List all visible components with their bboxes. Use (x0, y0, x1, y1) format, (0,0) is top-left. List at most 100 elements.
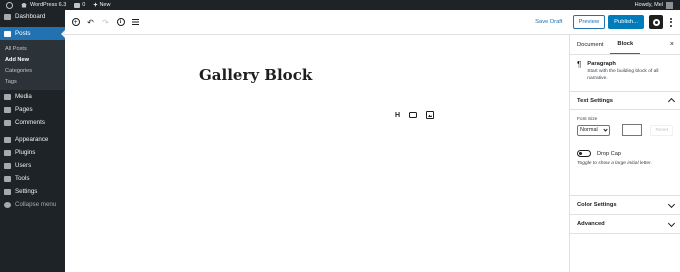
chevron-down-icon (603, 127, 608, 132)
account-menu[interactable]: Howdy, Mel (631, 0, 680, 10)
menu-item-dashboard[interactable]: Dashboard (0, 10, 65, 23)
wordpress-logo-menu[interactable] (0, 0, 17, 10)
submenu-add-new[interactable]: Add New (0, 54, 65, 65)
list-view-icon (132, 19, 139, 25)
add-block-button[interactable]: + (70, 17, 81, 28)
editor-toolbar: + ↶ ↷ i Save Draft Preview Publish... (65, 10, 680, 35)
menu-item-comments[interactable]: Comments (0, 116, 65, 129)
drop-cap-help: Toggle to show a large initial letter. (577, 161, 652, 166)
text-settings-panel: Font Size Normal Reset Drop Cap Toggle t… (570, 110, 680, 196)
publish-button[interactable]: Publish... (608, 15, 644, 29)
undo-button[interactable]: ↶ (85, 17, 96, 28)
menu-item-settings[interactable]: Settings (0, 185, 65, 198)
font-size-select[interactable]: Normal (577, 124, 610, 136)
block-card-title: Paragraph (587, 61, 616, 67)
close-icon: × (669, 41, 674, 48)
site-name-link[interactable]: WordPress 6.3 (17, 0, 70, 10)
close-sidebar-button[interactable]: × (670, 41, 674, 48)
page-icon (4, 106, 11, 113)
color-settings-title: Color Settings (577, 202, 617, 208)
menu-item-plugins[interactable]: Plugins (0, 146, 65, 159)
new-content-link[interactable]: + New (89, 0, 114, 10)
plus-circle-icon: + (71, 18, 80, 26)
preview-button[interactable]: Preview (572, 15, 606, 29)
media-icon (4, 93, 11, 100)
font-size-value: Normal (580, 127, 598, 133)
users-icon (4, 162, 11, 169)
menu-label: Dashboard (15, 13, 46, 20)
advanced-toggle[interactable]: Advanced (570, 215, 680, 234)
greeting: Howdy, Mel (634, 2, 663, 8)
heading-block-shortcut[interactable]: H (395, 112, 400, 119)
menu-label: Users (15, 162, 32, 169)
plugin-icon (4, 149, 11, 156)
font-size-label: Font Size (577, 117, 598, 122)
more-options-button[interactable] (667, 17, 675, 27)
menu-label: Appearance (15, 136, 49, 143)
new-label: New (99, 2, 111, 8)
redo-button[interactable]: ↷ (100, 17, 111, 28)
settings-toggle-button[interactable] (649, 15, 663, 29)
info-icon: i (116, 18, 125, 26)
editor-canvas: Gallery Block H (65, 35, 569, 272)
posts-submenu: All Posts Add New Categories Tags (0, 40, 65, 90)
menu-item-pages[interactable]: Pages (0, 103, 65, 116)
color-settings-toggle[interactable]: Color Settings (570, 196, 680, 215)
avatar (666, 1, 673, 9)
tab-block[interactable]: Block (610, 35, 641, 54)
collapse-menu-button[interactable]: Collapse menu (0, 198, 65, 211)
menu-label: Comments (15, 119, 45, 126)
comments-link[interactable]: 0 (70, 0, 89, 10)
redo-icon: ↷ (102, 17, 109, 27)
list-view-button[interactable] (130, 17, 141, 28)
paragraph-icon: ¶ (577, 60, 582, 69)
menu-item-appearance[interactable]: Appearance (0, 133, 65, 146)
menu-label: Plugins (15, 149, 36, 156)
menu-item-media[interactable]: Media (0, 90, 65, 103)
gear-icon (652, 18, 660, 26)
menu-label: Tools (15, 175, 30, 182)
submenu-all-posts[interactable]: All Posts (0, 43, 65, 54)
admin-bar: WordPress 6.3 0 + New Howdy, Mel (0, 0, 680, 10)
more-vertical-icon (670, 17, 672, 20)
block-inserter-shortcuts: H (395, 111, 435, 119)
undo-icon: ↶ (87, 17, 94, 27)
home-icon (21, 2, 27, 8)
tab-document[interactable]: Document (570, 35, 610, 54)
drop-cap-label: Drop Cap (597, 150, 621, 157)
menu-item-tools[interactable]: Tools (0, 172, 65, 185)
menu-label: Pages (15, 106, 33, 113)
pin-icon (4, 30, 11, 37)
dashboard-icon (4, 13, 11, 20)
admin-menu: Dashboard Posts All Posts Add New Catego… (0, 10, 65, 272)
comment-icon (4, 119, 11, 126)
submenu-categories[interactable]: Categories (0, 65, 65, 76)
chevron-down-icon (667, 219, 676, 227)
advanced-title: Advanced (577, 221, 605, 227)
custom-font-size-input[interactable] (621, 124, 643, 136)
collapse-icon (4, 201, 11, 208)
wrench-icon (4, 175, 11, 182)
button-block-icon[interactable] (409, 112, 418, 118)
text-settings-toggle[interactable]: Text Settings (570, 92, 680, 110)
save-draft-button[interactable]: Save Draft (535, 19, 562, 25)
submenu-tags[interactable]: Tags (0, 76, 65, 87)
menu-label: Posts (15, 30, 31, 37)
post-title[interactable]: Gallery Block (199, 66, 312, 84)
menu-label: Collapse menu (15, 201, 57, 208)
plus-icon: + (93, 1, 98, 9)
wordpress-logo-icon (6, 1, 13, 9)
sidebar-tabs: Document Block × (570, 35, 680, 55)
details-button[interactable]: i (115, 17, 126, 28)
settings-icon (4, 188, 11, 195)
reset-button[interactable]: Reset (650, 124, 673, 136)
menu-label: Settings (15, 188, 38, 195)
settings-sidebar: Document Block × ¶ Paragraph Start with … (569, 35, 680, 272)
paintbrush-icon (4, 136, 11, 143)
comment-icon (74, 2, 81, 8)
menu-item-posts[interactable]: Posts (0, 27, 65, 40)
drop-cap-toggle[interactable] (577, 150, 591, 157)
image-block-icon[interactable] (426, 111, 435, 119)
menu-item-users[interactable]: Users (0, 159, 65, 172)
block-card-description: Start with the building block of all nar… (587, 69, 659, 81)
